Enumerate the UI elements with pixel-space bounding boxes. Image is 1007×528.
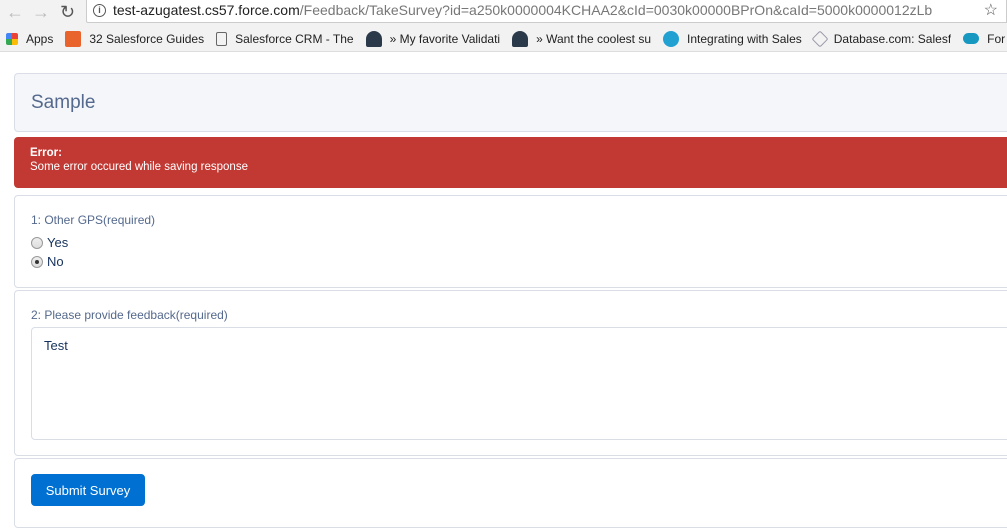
bookmark-label: For	[987, 31, 1006, 46]
bookmark-item[interactable]: 32 Salesforce Guides	[65, 30, 205, 47]
question-2: 2: Please provide feedback(required) Tes…	[14, 290, 1007, 456]
play-logo-icon	[65, 30, 82, 47]
wordpress-icon	[663, 30, 680, 47]
url-path: /Feedback/TakeSurvey?id=a250k0000004KCHA…	[299, 2, 933, 18]
database-icon	[811, 30, 829, 47]
question-label: 2: Please provide feedback(required)	[31, 308, 228, 322]
bookmark-label: » Want the coolest su	[536, 31, 652, 46]
bookmarks-bar: Apps 32 Salesforce Guides Salesforce CRM…	[0, 26, 1007, 52]
error-alert: Error: Some error occured while saving r…	[14, 137, 1007, 188]
bookmark-item[interactable]: » My favorite Validati	[365, 30, 501, 47]
browser-toolbar: ← → ↻ i test-azugatest.cs57.force.com/Fe…	[0, 0, 1007, 26]
salesforce-cloud-icon	[963, 33, 980, 44]
radio-yes[interactable]: Yes	[31, 235, 68, 250]
bookmark-label: Apps	[26, 31, 54, 46]
bookmark-item[interactable]: Integrating with Sales	[663, 30, 802, 47]
forward-icon[interactable]: →	[32, 2, 50, 23]
bookmark-item[interactable]: Database.com: Salesf	[811, 30, 952, 47]
question-1: 1: Other GPS(required) Yes No	[14, 195, 1007, 288]
cloud-icon	[365, 30, 382, 47]
bookmark-item[interactable]: For	[963, 32, 1005, 46]
radio-no[interactable]: No	[31, 254, 64, 269]
back-icon[interactable]: ←	[6, 2, 24, 23]
feedback-textarea[interactable]: Test	[31, 327, 1007, 440]
info-icon[interactable]: i	[93, 4, 106, 17]
bookmark-apps[interactable]: Apps	[6, 32, 53, 46]
apps-grid-icon	[6, 32, 18, 45]
error-message: Some error occured while saving response	[30, 161, 248, 173]
radio-button[interactable]	[31, 236, 43, 249]
survey-title: Sample	[31, 92, 96, 113]
cloud-icon	[512, 30, 529, 47]
bookmark-label: Salesforce CRM - The	[235, 31, 354, 46]
address-bar[interactable]: i test-azugatest.cs57.force.com/Feedback…	[86, 0, 1007, 23]
bookmark-label: Database.com: Salesf	[833, 31, 952, 46]
bookmark-label: » My favorite Validati	[389, 31, 501, 46]
question-label: 1: Other GPS(required)	[31, 213, 156, 227]
radio-label: Yes	[47, 235, 69, 250]
survey-header: Sample	[14, 73, 1007, 132]
bookmark-label: Integrating with Sales	[687, 31, 802, 46]
star-icon[interactable]: ☆	[984, 0, 998, 21]
page-icon	[216, 31, 228, 46]
radio-button-checked[interactable]	[31, 255, 43, 268]
reload-icon[interactable]: ↻	[60, 2, 75, 23]
bookmark-label: 32 Salesforce Guides	[89, 31, 205, 46]
url-host: test-azugatest.cs57.force.com	[113, 2, 300, 18]
radio-label: No	[47, 254, 64, 269]
submit-section: Submit Survey	[14, 458, 1007, 528]
error-heading: Error:	[30, 147, 62, 159]
bookmark-item[interactable]: Salesforce CRM - The	[216, 31, 354, 46]
bookmark-item[interactable]: » Want the coolest su	[512, 30, 652, 47]
submit-survey-button[interactable]: Submit Survey	[31, 474, 145, 506]
